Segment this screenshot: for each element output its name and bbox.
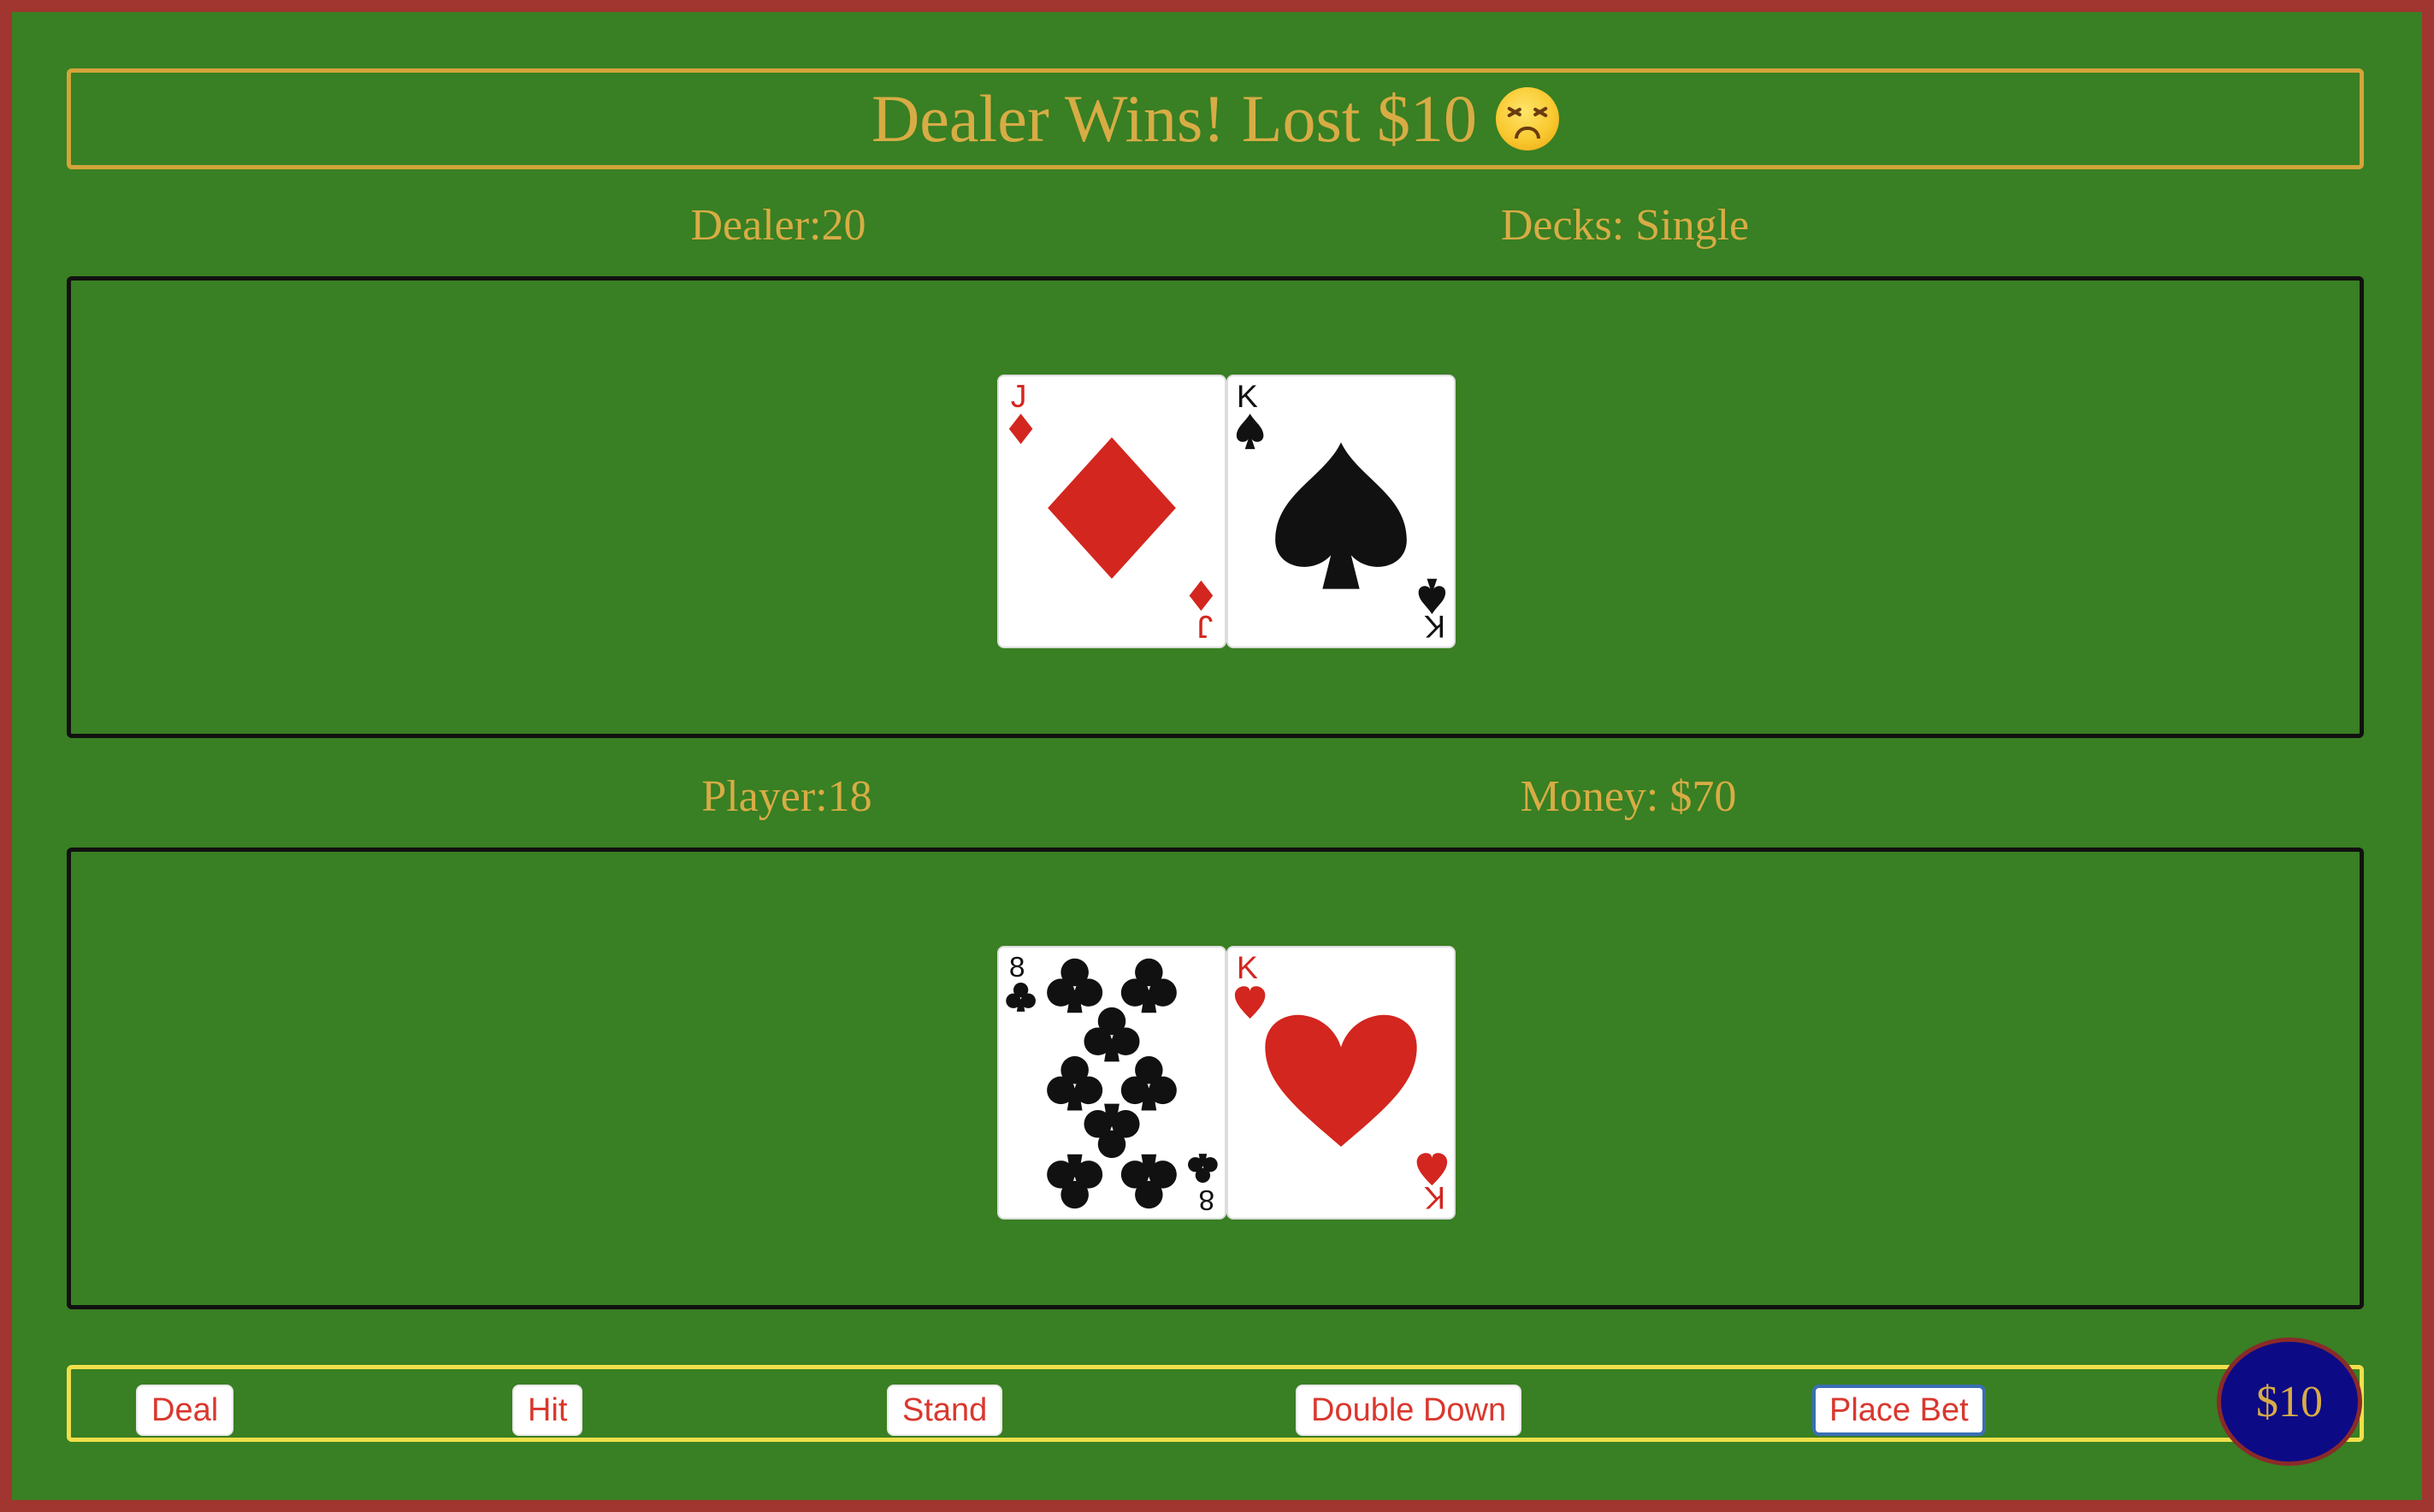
deal-button[interactable]: Deal xyxy=(136,1385,234,1436)
result-banner: Dealer Wins! Lost $10 xyxy=(67,68,2364,169)
result-message: Dealer Wins! Lost $10 xyxy=(871,81,1478,156)
stand-button[interactable]: Stand xyxy=(887,1385,1003,1436)
controls-bar: Deal Hit Stand Double Down Place Bet xyxy=(67,1365,2364,1442)
dealer-card-king-of-spades: K K xyxy=(1226,375,1456,648)
money-balance: Money: $70 xyxy=(1520,772,1737,821)
svg-text:K: K xyxy=(1424,1180,1445,1216)
svg-text:8: 8 xyxy=(1199,1184,1215,1215)
persevering-face-icon xyxy=(1496,87,1560,151)
svg-text:8: 8 xyxy=(1009,952,1025,983)
bet-chip[interactable]: $10 xyxy=(2217,1338,2362,1466)
dealer-score: Dealer:20 xyxy=(690,201,866,250)
player-hand: 8 8 K K xyxy=(67,848,2364,1309)
svg-text:K: K xyxy=(1237,949,1258,985)
svg-text:J: J xyxy=(1011,378,1027,414)
hit-button[interactable]: Hit xyxy=(512,1385,583,1436)
player-card-king-of-hearts: K K xyxy=(1226,946,1456,1220)
blackjack-table: Dealer Wins! Lost $10 Dealer:20 Decks: S… xyxy=(12,12,2422,1500)
svg-text:K: K xyxy=(1237,378,1258,414)
svg-text:K: K xyxy=(1424,609,1445,645)
dealer-card-jack-of-diamonds: J J xyxy=(997,375,1226,648)
svg-text:J: J xyxy=(1196,609,1213,645)
player-card-eight-of-clubs: 8 8 xyxy=(997,946,1226,1220)
place-bet-button[interactable]: Place Bet xyxy=(1812,1385,1986,1436)
double-down-button[interactable]: Double Down xyxy=(1296,1385,1522,1436)
decks-info: Decks: Single xyxy=(1500,201,1750,250)
player-score: Player:18 xyxy=(701,772,872,821)
dealer-hand: J J K K xyxy=(67,276,2364,738)
